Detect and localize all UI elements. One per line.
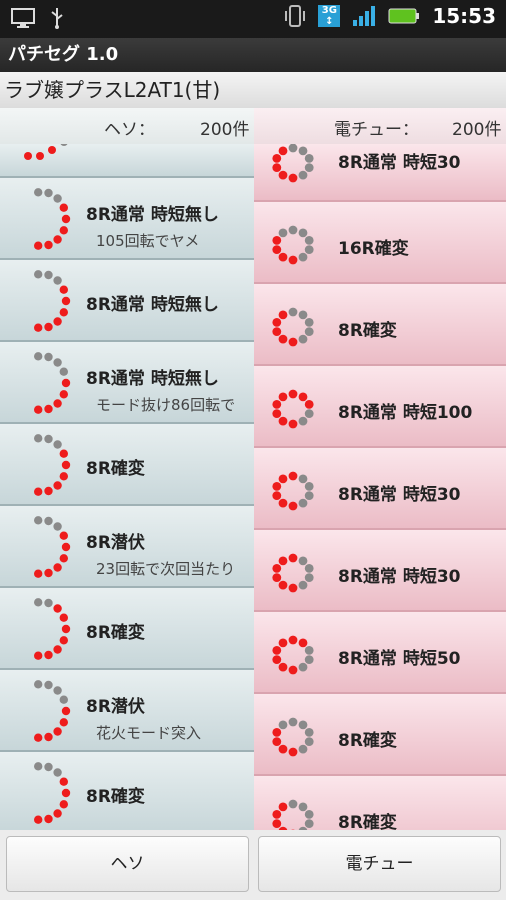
status-bar: 3G ↕ 15:53 [0,0,506,38]
monitor-icon [11,8,35,28]
result-title: 8R潜伏 [86,697,145,717]
result-title: 8R確変 [86,623,145,643]
pattern-ring-icon [272,225,314,265]
heso-list[interactable]: 8R通常 時短無し 105回転でヤメ 8R通常 時短無し 8R通常 時短無し モ… [0,144,254,830]
result-title: 16R確変 [338,239,409,259]
pattern-ring-icon [272,471,314,511]
result-note: モード抜け86回転で [96,396,236,414]
list-item[interactable]: 8R通常 時短無し 105回転でヤメ [0,178,254,260]
result-title: 8R通常 時短無し [86,369,219,389]
list-item[interactable]: 8R確変 [0,752,254,830]
result-note: 花火モード突入 [96,724,202,742]
denchu-count: 電チュー： 200件 [254,108,506,144]
result-title: 8R通常 時短無し [86,205,219,225]
usb-icon [51,8,63,29]
list-item[interactable]: 8R通常 時短無し [0,260,254,342]
signal-icon [353,6,376,26]
denchu-list[interactable]: 8R通常 時短30 16R確変 8R確変 8R通常 時短100 8R通常 時短3… [254,144,506,830]
battery-icon [388,8,420,24]
list-item[interactable] [0,144,254,178]
result-note: 105回転でヤメ [96,232,200,250]
list-item[interactable]: 8R潜伏 花火モード突入 [0,670,254,752]
list-item[interactable]: 8R確変 [0,424,254,506]
heso-count: ヘソ： 200件 [0,108,254,144]
list-item[interactable]: 8R通常 時短50 [254,612,506,694]
machine-name: ラブ嬢プラスL2AT1(甘) [0,72,506,108]
list-item[interactable]: 8R通常 時短100 [254,366,506,448]
pattern-ring-icon [272,144,314,183]
list-item[interactable]: 8R潜伏 23回転で次回当たり [0,506,254,588]
pattern-arc-icon [34,270,71,332]
pattern-arc-icon [34,598,71,660]
result-title: 8R潜伏 [86,533,145,553]
vibrate-icon [285,5,306,27]
list-item[interactable]: 8R通常 時短無し モード抜け86回転で [0,342,254,424]
clock: 15:53 [432,4,496,28]
result-title: 8R確変 [338,813,397,830]
result-title: 8R確変 [338,731,397,751]
result-title: 8R通常 時短30 [338,567,461,587]
result-note: 23回転で次回当たり [96,560,236,578]
result-title: 8R通常 時短無し [86,295,219,315]
heso-button[interactable]: ヘソ [6,836,249,892]
result-title: 8R通常 時短100 [338,403,473,423]
pattern-ring-icon [272,717,314,757]
denchu-button[interactable]: 電チュー [258,836,501,892]
pattern-arc-icon [34,352,71,414]
result-title: 8R確変 [86,459,145,479]
heso-count-label: ヘソ： [104,120,155,140]
list-item[interactable]: 8R通常 時短30 [254,448,506,530]
result-title: 8R通常 時短30 [338,153,461,173]
pattern-arc-icon [34,188,71,250]
pattern-arc-icon [34,516,71,578]
list-item[interactable]: 8R確変 [254,284,506,366]
pattern-arc-icon [34,762,71,824]
list-item[interactable]: 16R確変 [254,202,506,284]
list-item[interactable]: 8R確変 [0,588,254,670]
pattern-ring-icon [272,553,314,593]
pattern-arc-icon [34,680,71,742]
result-title: 8R確変 [86,787,145,807]
result-title: 8R通常 時短30 [338,485,461,505]
pattern-ring-icon [272,799,314,830]
list-item[interactable]: 8R確変 [254,694,506,776]
heso-count-value: 200件 [200,120,250,140]
pattern-ring-icon [272,389,314,429]
denchu-count-label: 電チュー： [334,120,419,140]
pattern-ring-icon [272,635,314,675]
result-title: 8R確変 [338,321,397,341]
pattern-arc-icon [24,144,68,160]
pattern-ring-icon [272,307,314,347]
app-title: パチセグ 1.0 [0,38,506,72]
3g-icon: 3G ↕ [318,5,341,27]
count-bar: ヘソ： 200件 電チュー： 200件 [0,108,506,144]
list-item[interactable]: 8R確変 [254,776,506,830]
pattern-arc-icon [34,434,71,496]
bottom-bar: ヘソ 電チュー [0,830,506,900]
denchu-count-value: 200件 [452,120,502,140]
result-title: 8R通常 時短50 [338,649,461,669]
list-item[interactable]: 8R通常 時短30 [254,144,506,202]
list-item[interactable]: 8R通常 時短30 [254,530,506,612]
